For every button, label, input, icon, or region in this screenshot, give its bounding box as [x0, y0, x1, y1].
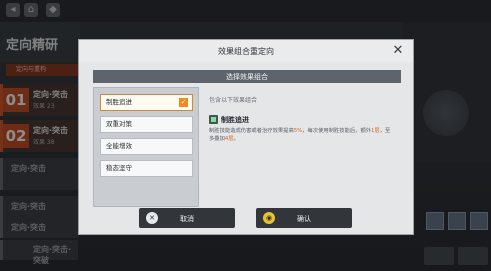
section-header-label: 选择效果组合: [226, 73, 268, 81]
option-shuangchong-duice[interactable]: 双重对策: [100, 116, 193, 133]
option-label: 稳态坚守: [106, 164, 132, 172]
desc-text: 制胜技能造成伤害或者治疗效果提高: [209, 128, 294, 134]
dialog-title: 效果组合重定向: [218, 47, 274, 56]
close-icon[interactable]: ✕: [391, 44, 405, 58]
desc-highlight: 5%: [293, 128, 303, 134]
option-label: 双重对策: [106, 120, 132, 128]
effect-detail-panel: 包含以下效果组合 制胜追进 制胜技能造成伤害或者治疗效果提高5%，每次使用制胜技…: [203, 87, 401, 207]
option-label: 全能增效: [106, 142, 132, 150]
confirm-label: 确认: [297, 215, 311, 223]
desc-text: 。: [233, 136, 239, 142]
option-wentai-jianshou[interactable]: 稳态坚守: [100, 160, 193, 177]
cancel-label: 取消: [180, 215, 194, 223]
effect-name: 制胜追进: [221, 116, 249, 124]
option-label: 制胜追进: [106, 98, 132, 106]
options-list: 制胜追进 ✓ 双重对策 全能增效 稳态坚守: [93, 87, 199, 207]
cancel-button[interactable]: ✕ 取消: [139, 208, 235, 228]
effect-icon: [209, 115, 218, 124]
desc-highlight: 4层: [224, 136, 234, 142]
desc-text: ，每次使用制胜技能后，额外: [302, 128, 372, 134]
checkmark-icon: ✓: [179, 98, 188, 107]
effect-description: 制胜技能造成伤害或者治疗效果提高5%，每次使用制胜技能后，额外1层，至多叠加4层…: [209, 127, 395, 143]
option-zhisheng-zhuijin[interactable]: 制胜追进 ✓: [100, 94, 193, 111]
dialog-header: 效果组合重定向 ✕: [79, 40, 413, 62]
option-quanneng-zengxiao[interactable]: 全能增效: [100, 138, 193, 155]
redirect-dialog: 效果组合重定向 ✕ 选择效果组合 制胜追进 ✓ 双重对策 全能增效 稳态坚守 包…: [78, 39, 414, 235]
section-header: 选择效果组合: [93, 70, 401, 83]
desc-highlight: 1层: [371, 128, 380, 134]
confirm-button[interactable]: ◉ 确认: [256, 208, 352, 228]
detail-hint: 包含以下效果组合: [209, 97, 258, 104]
